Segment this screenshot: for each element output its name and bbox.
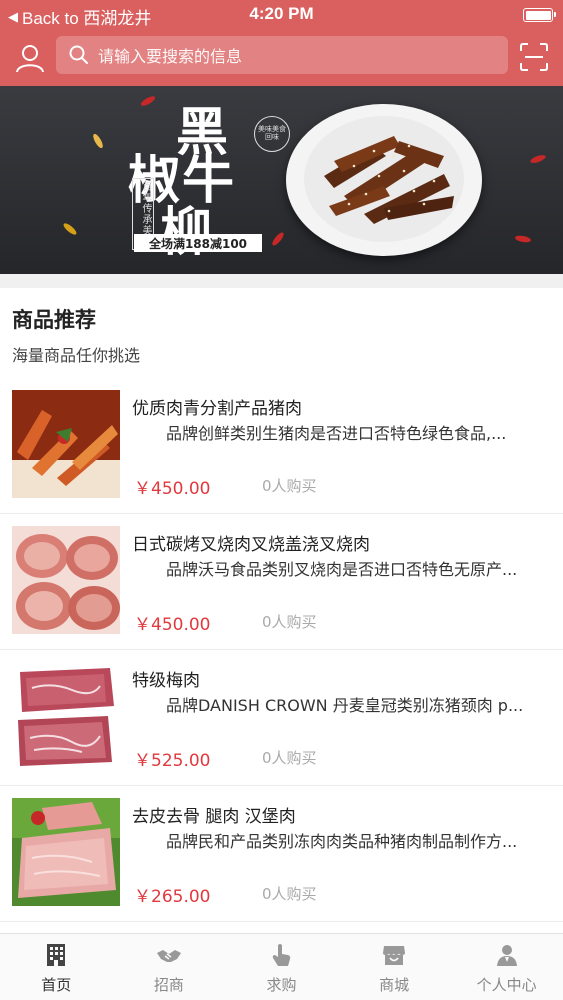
handshake-icon — [156, 950, 181, 962]
user-button[interactable] — [12, 40, 48, 76]
product-price: ￥265.00 — [134, 887, 211, 907]
tab-home[interactable]: 首页 — [0, 934, 113, 1000]
promo-banner[interactable]: 黑 椒牛 柳 美味美食回味 百年传承美食 全场满188减100 — [0, 86, 563, 274]
product-price: ￥525.00 — [134, 751, 211, 771]
building-icon — [47, 944, 66, 966]
tab-investment[interactable]: 招商 — [113, 934, 226, 1000]
product-sold-count: 0人购买 — [262, 749, 317, 767]
product-sold-count: 0人购买 — [262, 613, 317, 631]
bottom-tab-bar: 首页 招商 求购 商城 个人中心 — [0, 933, 563, 1000]
product-desc: 品牌民和产品类别冻肉肉类品种猪肉制品制作方... — [166, 832, 518, 851]
app-screen: ◀ Back to 西湖龙井 4:20 PM 请输入要搜索的信息 黑 椒牛 柳 … — [0, 0, 563, 1000]
banner-badge: 美味美食回味 — [254, 116, 290, 152]
tab-label: 招商 — [153, 976, 184, 994]
product-image-char-siu-slices[interactable] — [12, 526, 120, 634]
tab-label: 求购 — [266, 976, 297, 994]
scan-icon — [520, 43, 548, 71]
product-image-raw-leg-meat[interactable] — [12, 798, 120, 906]
header: 请输入要搜索的信息 — [0, 30, 563, 86]
product-desc: 品牌DANISH CROWN 丹麦皇冠类别冻猪颈肉 p... — [166, 696, 524, 715]
product-item[interactable]: 去皮去骨 腿肉 汉堡肉 品牌民和产品类别冻肉肉类品种猪肉制品制作方... ￥26… — [0, 786, 563, 922]
tab-personal-center[interactable]: 个人中心 — [450, 934, 563, 1000]
user-icon — [16, 45, 44, 73]
banner-promo-text: 全场满188减100 — [134, 234, 262, 252]
product-price: ￥450.00 — [134, 615, 211, 635]
product-sold-count: 0人购买 — [262, 885, 317, 903]
status-bar: ◀ Back to 西湖龙井 4:20 PM — [0, 0, 563, 30]
product-name: 优质肉青分割产品猪肉 — [132, 399, 302, 419]
section-subtitle: 海量商品任你挑选 — [12, 346, 141, 365]
status-time: 4:20 PM — [249, 4, 314, 23]
product-name: 去皮去骨 腿肉 汉堡肉 — [132, 807, 296, 827]
tab-label: 个人中心 — [476, 976, 537, 994]
section-title: 商品推荐 — [12, 308, 96, 332]
banner-title-char-3: 柳 — [160, 202, 213, 263]
product-sold-count: 0人购买 — [262, 477, 317, 495]
product-name: 日式碳烤叉烧肉叉烧盖浇叉烧肉 — [132, 535, 370, 555]
person-icon — [496, 945, 517, 966]
search-bar[interactable]: 请输入要搜索的信息 — [56, 36, 508, 74]
product-item[interactable]: 特级梅肉 品牌DANISH CROWN 丹麦皇冠类别冻猪颈肉 p... ￥525… — [0, 650, 563, 786]
hand-pointer-icon — [273, 944, 291, 966]
tab-label: 商城 — [379, 976, 410, 994]
product-list: 优质肉青分割产品猪肉 品牌创鲜类别生猪肉是否进口否特色绿色食品,... ￥450… — [0, 378, 563, 922]
product-desc: 品牌沃马食品类别叉烧肉是否进口否特色无原产... — [166, 560, 518, 579]
product-image-pork-collar-blocks[interactable] — [12, 662, 120, 770]
scan-button[interactable] — [519, 42, 549, 72]
store-icon — [383, 946, 406, 965]
product-item[interactable]: 日式碳烤叉烧肉叉烧盖浇叉烧肉 品牌沃马食品类别叉烧肉是否进口否特色无原产... … — [0, 514, 563, 650]
product-item[interactable]: 优质肉青分割产品猪肉 品牌创鲜类别生猪肉是否进口否特色绿色食品,... ￥450… — [0, 378, 563, 514]
beef-strips-image — [324, 136, 454, 224]
tab-mall[interactable]: 商城 — [338, 934, 451, 1000]
search-placeholder: 请输入要搜索的信息 — [98, 47, 243, 66]
product-desc: 品牌创鲜类别生猪肉是否进口否特色绿色食品,... — [166, 424, 507, 443]
product-name: 特级梅肉 — [132, 671, 200, 691]
tab-label: 首页 — [41, 976, 72, 994]
product-image-sliced-cured-pork[interactable] — [12, 390, 120, 498]
product-price: ￥450.00 — [134, 479, 211, 499]
search-icon — [69, 45, 88, 64]
battery-icon — [523, 8, 556, 22]
tab-purchase-request[interactable]: 求购 — [225, 934, 338, 1000]
